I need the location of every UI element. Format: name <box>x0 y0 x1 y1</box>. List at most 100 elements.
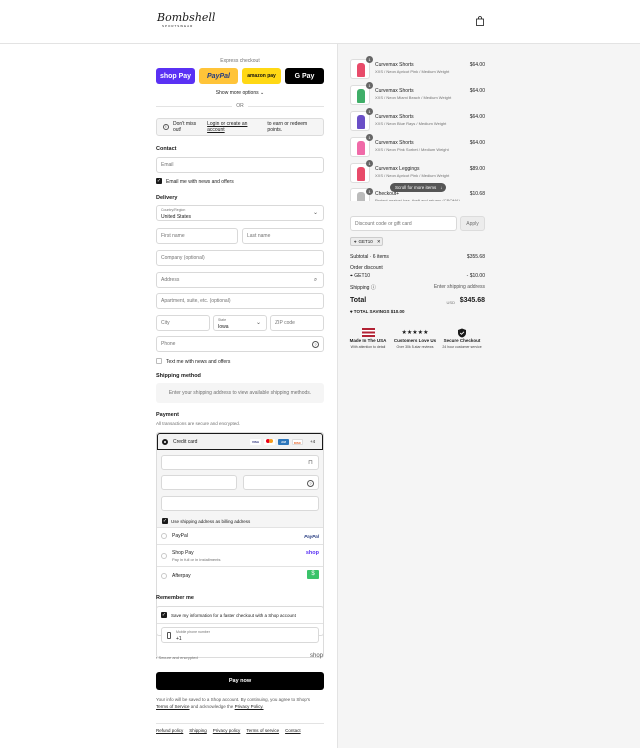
badge-title: Made In The USA <box>349 338 387 343</box>
product-variant: XXS / Neon Apricot Pink / Medium Weight <box>375 69 450 74</box>
contact-link[interactable]: Contact <box>285 728 301 733</box>
shop-terms-link[interactable]: Terms of Service <box>156 704 190 709</box>
express-checkout-label: Express checkout <box>220 58 260 64</box>
scroll-more-button[interactable]: Scroll for more items ↓ <box>390 183 446 192</box>
phone-field[interactable]: Phone ? <box>156 336 324 352</box>
mobile-phone-value: +1 <box>176 636 182 642</box>
paypal-option-label: PayPal <box>172 533 188 539</box>
first-name-field[interactable]: First name <box>156 228 238 244</box>
apartment-field[interactable]: Apartment, suite, etc. (optional) <box>156 293 324 309</box>
name-on-card-field[interactable] <box>161 496 319 511</box>
show-more-options-link[interactable]: Show more options ⌄ <box>156 90 324 96</box>
mastercard-icon <box>264 439 275 445</box>
credit-card-radio[interactable] <box>162 438 168 445</box>
line-item: 1 Curvemax Shorts XXS / Neon Apricot Pin… <box>350 56 485 79</box>
privacy-policy-link[interactable]: Privacy policy <box>213 728 241 733</box>
security-code-field[interactable]: ? <box>243 475 319 490</box>
total-label: Total <box>350 297 367 304</box>
product-image <box>357 63 365 77</box>
city-field[interactable]: City <box>156 315 210 331</box>
shop-pay-radio[interactable] <box>161 552 167 559</box>
terms-link[interactable]: Terms of service <box>246 728 279 733</box>
zip-field[interactable]: ZIP code <box>270 315 324 331</box>
discover-icon: DISC <box>292 439 303 445</box>
order-discount-row: Order discount <box>350 265 485 271</box>
pay-now-button[interactable]: Pay now <box>156 672 324 690</box>
last-name-field[interactable]: Last name <box>242 228 324 244</box>
help-circle-icon[interactable]: ⓘ <box>371 285 376 291</box>
notice-prefix: Don't miss out! <box>172 121 197 133</box>
info-icon: ! <box>163 124 169 130</box>
afterpay-option[interactable]: Afterpay $ <box>157 567 323 584</box>
product-variant: XXS / Neon Miami Beach / Medium Weight <box>375 95 452 100</box>
product-variant: Protect against loss, theft and returns … <box>375 198 460 201</box>
shopping-bag-icon[interactable] <box>476 16 484 26</box>
email-news-label: Email me with news and offers <box>166 179 234 185</box>
product-price: $64.00 <box>469 62 485 68</box>
shop-logo: shop <box>310 653 324 659</box>
state-select[interactable]: State Iowa ⌄ <box>213 315 267 331</box>
credit-card-label: Credit card <box>173 438 198 445</box>
footer-divider <box>156 723 324 724</box>
mobile-phone-field[interactable]: Mobile phone number +1 <box>161 627 319 643</box>
remember-box: ✓ Save my information for a faster check… <box>156 606 324 658</box>
delivery-title: Delivery <box>156 195 178 201</box>
paypal-option[interactable]: PayPal PayPal <box>157 528 323 545</box>
state-label: State <box>218 318 227 322</box>
login-link[interactable]: Login or create an account <box>207 121 266 133</box>
scroll-hint-label: Scroll for more items <box>395 185 437 190</box>
country-select[interactable]: Country/Region United States ⌄ <box>156 205 324 221</box>
discount-code-field[interactable]: Discount code or gift card <box>350 216 457 231</box>
badge-subtitle: With attention to detail <box>350 345 386 349</box>
shop-pay-option[interactable]: Shop Pay Pay in full or in installments … <box>157 545 323 567</box>
badge-subtitle: Over 30k 5-star reviews <box>396 345 434 349</box>
card-number-field[interactable]: ⊓ <box>161 455 319 470</box>
company-placeholder: Company (optional) <box>161 255 205 261</box>
quantity-badge: 1 <box>366 160 373 167</box>
save-info-checkbox[interactable]: ✓ <box>161 612 167 618</box>
trust-badge: ★★★★★ Customers Love Us Over 30k 5-star … <box>393 326 437 349</box>
expiration-field[interactable] <box>161 475 237 490</box>
card-details-area: ⊓ ? ✓ Use shipping address as billing ad… <box>157 450 323 528</box>
secure-text: Secure and encrypted <box>158 655 198 660</box>
amazon-pay-label: amazon pay <box>247 73 276 79</box>
billing-same-checkbox[interactable]: ✓ <box>162 518 168 524</box>
help-circle-icon[interactable]: ? <box>312 341 319 348</box>
refund-policy-link[interactable]: Refund policy <box>156 728 183 733</box>
or-divider: OR <box>156 102 324 110</box>
shop-pay-option-label: Shop Pay <box>172 549 194 556</box>
paypal-button[interactable]: PayPal <box>199 68 238 84</box>
discount-placeholder: Discount code or gift card <box>355 220 412 227</box>
pay-now-label: Pay now <box>228 678 252 684</box>
text-news-checkbox[interactable] <box>156 358 162 364</box>
order-discount-label: Order discount <box>350 265 383 271</box>
savings-label: TOTAL SAVINGS <box>353 309 390 314</box>
quantity-badge: 1 <box>366 108 373 115</box>
shipping-placeholder-text: Enter your shipping address to view avai… <box>168 390 312 396</box>
google-pay-button[interactable]: G Pay <box>285 68 324 84</box>
product-name: Curvemax Shorts <box>375 62 414 68</box>
credit-card-option[interactable]: Credit card VISA AM DISC +4 <box>157 433 323 450</box>
email-news-checkbox[interactable]: ✓ <box>156 178 162 184</box>
shipping-link[interactable]: Shipping <box>189 728 207 733</box>
afterpay-radio[interactable] <box>161 572 167 579</box>
shop-privacy-link[interactable]: Privacy Policy. <box>235 704 264 709</box>
close-icon[interactable]: ✕ <box>377 239 381 245</box>
product-price: $89.00 <box>469 166 485 172</box>
help-circle-icon[interactable]: ? <box>307 480 314 487</box>
store-logo[interactable]: Bombshell <box>157 12 215 23</box>
apply-button[interactable]: Apply <box>460 216 485 231</box>
visa-icon: VISA <box>250 439 261 445</box>
legal-mid: and acknowledge the <box>190 704 234 709</box>
first-name-placeholder: First name <box>161 233 185 239</box>
address-field[interactable]: Address ⌕ <box>156 272 324 288</box>
email-field[interactable]: Email <box>156 157 324 173</box>
company-field[interactable]: Company (optional) <box>156 250 324 266</box>
line-item: 1 Curvemax Shorts XXS / Neon Blue Rays /… <box>350 108 485 131</box>
shop-pay-button[interactable]: shop Pay <box>156 68 195 84</box>
paypal-radio[interactable] <box>161 533 167 539</box>
email-placeholder: Email <box>161 162 174 168</box>
amazon-pay-button[interactable]: amazon pay <box>242 68 281 84</box>
afterpay-label: Afterpay <box>172 572 191 579</box>
product-image <box>357 115 365 129</box>
